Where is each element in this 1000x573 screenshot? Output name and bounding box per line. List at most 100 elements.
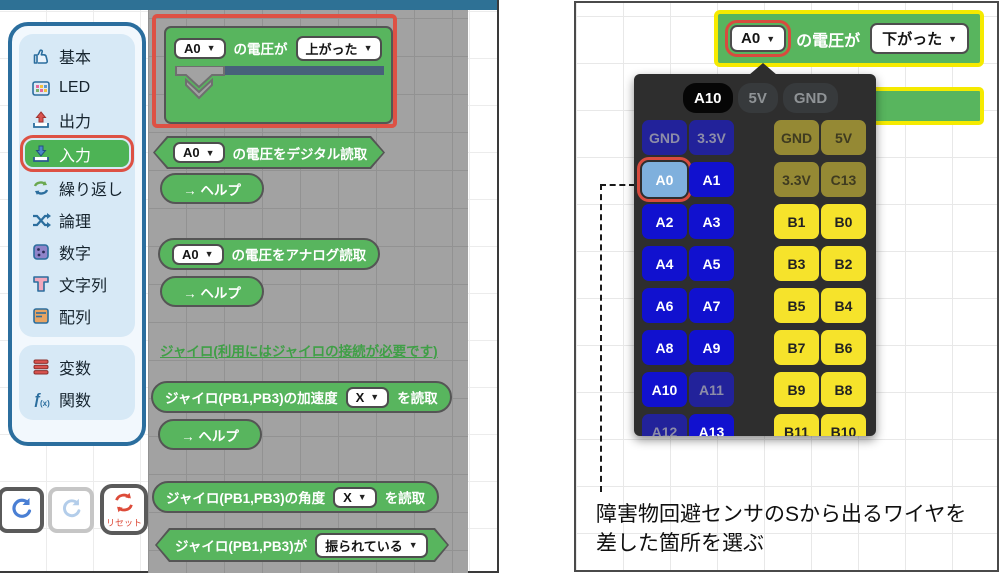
- gyro-accel-block[interactable]: ジャイロ(PB1,PB3)の加速度 X ▼ を読取: [151, 381, 452, 413]
- upload-tray-icon: [31, 110, 51, 130]
- popup-caret-icon: [749, 63, 777, 75]
- shuffle-arrows-icon: [31, 210, 51, 230]
- pin-cell[interactable]: A4: [642, 246, 687, 281]
- toolbox-item-strings[interactable]: 文字列: [25, 272, 129, 295]
- gyro-shake-block[interactable]: ジャイロ(PB1,PB3)が 振られている ▼: [155, 528, 449, 562]
- toolbox-item-variables[interactable]: 変数: [25, 355, 129, 378]
- pin-cell[interactable]: A3: [689, 204, 734, 239]
- pin-cell[interactable]: B0: [821, 204, 866, 239]
- reset-label: リセット: [106, 519, 142, 528]
- pin-cell[interactable]: A10: [642, 372, 687, 407]
- chevron-down-icon: ▼: [409, 540, 418, 550]
- state-dropdown[interactable]: 上がった ▼: [296, 36, 383, 61]
- pin-cell[interactable]: A8: [642, 330, 687, 365]
- pin-cell[interactable]: B2: [821, 246, 866, 281]
- pin-dropdown[interactable]: A0 ▼: [174, 38, 226, 59]
- voltage-event-block[interactable]: A0 ▼ の電圧が 上がった ▼: [164, 26, 393, 124]
- pin-pill[interactable]: A10: [683, 83, 733, 113]
- pin-cell[interactable]: C13: [821, 162, 866, 197]
- pin-cell[interactable]: A6: [642, 288, 687, 323]
- toolbox-item-logic[interactable]: 論理: [25, 208, 129, 231]
- toolbox-item-functions[interactable]: ƒ(x) 関数: [25, 387, 129, 410]
- pin-cell[interactable]: B5: [774, 288, 819, 323]
- pin-grid-left: GND3.3VA0A1A2A3A4A5A6A7A8A9A10A11A12A13: [642, 120, 734, 436]
- thumbs-up-icon: [31, 46, 51, 66]
- chevron-down-icon: ▼: [205, 249, 214, 259]
- undo-button[interactable]: [0, 487, 44, 533]
- reset-button[interactable]: リセット: [100, 484, 148, 535]
- pin-cell[interactable]: GND: [774, 120, 819, 155]
- gyro-angle-block[interactable]: ジャイロ(PB1,PB3)の角度 X ▼ を読取: [152, 481, 439, 513]
- redo-button[interactable]: [48, 487, 94, 533]
- help-block[interactable]: → ヘルプ: [160, 276, 264, 307]
- letter-t-icon: [31, 274, 51, 294]
- toolbox-item-output[interactable]: 出力: [25, 108, 129, 131]
- pin-dropdown[interactable]: A0 ▼: [730, 25, 786, 52]
- block-label: の電圧をデジタル読取: [233, 143, 368, 163]
- chevron-down-icon: ▼: [206, 148, 215, 158]
- block-label: の電圧をアナログ読取: [232, 244, 367, 264]
- analog-read-block[interactable]: A0 ▼ の電圧をアナログ読取: [158, 238, 380, 270]
- highlighted-event-block[interactable]: A0 ▼ の電圧が 下がった ▼: [714, 10, 984, 67]
- pin-cell[interactable]: GND: [642, 120, 687, 155]
- pin-cell[interactable]: B11: [774, 414, 819, 436]
- chevron-down-icon: ▼: [370, 392, 379, 402]
- gyro-section-label: ジャイロ(利用にはジャイロの接続が必要です): [160, 340, 438, 360]
- axis-dropdown[interactable]: X ▼: [346, 387, 390, 408]
- pin-cell[interactable]: A11: [689, 372, 734, 407]
- screenshot-stage: A0 ▼ の電圧が 上がった ▼: [0, 0, 1000, 573]
- pin-cell[interactable]: 3.3V: [689, 120, 734, 155]
- popup-pill-row: A105VGND: [683, 83, 838, 113]
- toolbox-item-led[interactable]: LED: [25, 76, 129, 99]
- undo-arrow-icon: [7, 494, 35, 527]
- statement-notch-icon: [172, 66, 388, 100]
- download-tray-icon: [31, 144, 51, 164]
- top-accent-bar: [0, 0, 497, 10]
- pin-cell[interactable]: B4: [821, 288, 866, 323]
- pin-dropdown[interactable]: A0 ▼: [172, 244, 224, 265]
- toolbox-item-arrays[interactable]: 配列: [25, 304, 129, 327]
- toolbox-item-basic[interactable]: 基本: [25, 44, 129, 67]
- pin-cell[interactable]: A13: [689, 414, 734, 436]
- block-label: の電圧が: [796, 27, 860, 51]
- help-block[interactable]: → ヘルプ: [158, 419, 262, 450]
- caption-text: 障害物回避センサのSから出るワイヤを 差した箇所を選ぶ: [596, 500, 966, 558]
- pin-cell[interactable]: A0: [642, 162, 687, 197]
- help-block[interactable]: → ヘルプ: [160, 173, 264, 204]
- chevron-down-icon: ▼: [948, 34, 957, 44]
- red-highlight-annotation: A0 ▼ の電圧が 上がった ▼: [152, 14, 397, 128]
- pin-cell[interactable]: B1: [774, 204, 819, 239]
- function-fx-icon: ƒ(x): [31, 389, 51, 409]
- toolbox: 基本 LED 出力 入: [8, 22, 146, 446]
- pin-cell[interactable]: B8: [821, 372, 866, 407]
- pin-cell[interactable]: 3.3V: [774, 162, 819, 197]
- block-label: の電圧が: [234, 38, 288, 58]
- pin-cell[interactable]: B9: [774, 372, 819, 407]
- detail-panel: A0 ▼ の電圧が 下がった ▼ A105VGND GND3.3VA0A1A2A…: [574, 1, 999, 572]
- pin-pill[interactable]: 5V: [738, 83, 778, 113]
- digital-read-block[interactable]: A0 ▼ の電圧をデジタル読取: [153, 136, 385, 169]
- led-grid-icon: [31, 78, 51, 98]
- pin-cell[interactable]: 5V: [821, 120, 866, 155]
- pin-dropdown[interactable]: A0 ▼: [173, 142, 225, 163]
- axis-dropdown[interactable]: X ▼: [333, 487, 377, 508]
- pin-cell[interactable]: A9: [689, 330, 734, 365]
- shake-state-dropdown[interactable]: 振られている ▼: [315, 533, 428, 558]
- toolbox-item-numbers[interactable]: 数字: [25, 240, 129, 263]
- state-dropdown[interactable]: 下がった ▼: [870, 23, 969, 54]
- pin-cell[interactable]: B7: [774, 330, 819, 365]
- pin-cell[interactable]: A2: [642, 204, 687, 239]
- pin-cell[interactable]: A7: [689, 288, 734, 323]
- pin-cell[interactable]: A12: [642, 414, 687, 436]
- block-editor-panel: A0 ▼ の電圧が 上がった ▼: [0, 0, 499, 573]
- pin-pill[interactable]: GND: [783, 83, 838, 113]
- toolbox-item-input[interactable]: 入力: [25, 140, 129, 167]
- annotation-dashed-line: [600, 184, 602, 492]
- toolbox-item-loops[interactable]: 繰り返し: [25, 176, 129, 199]
- pin-cell[interactable]: A5: [689, 246, 734, 281]
- chevron-down-icon: ▼: [358, 492, 367, 502]
- pin-cell[interactable]: B6: [821, 330, 866, 365]
- pin-cell[interactable]: B3: [774, 246, 819, 281]
- pin-cell[interactable]: B10: [821, 414, 866, 436]
- pin-cell[interactable]: A1: [689, 162, 734, 197]
